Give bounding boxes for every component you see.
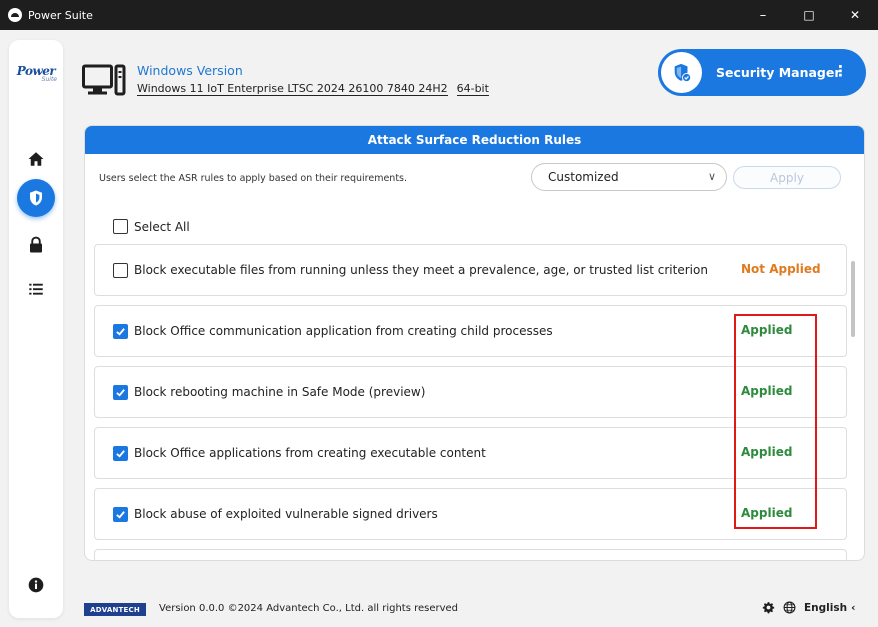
security-manager-label: Security Manager xyxy=(716,65,841,80)
rule-label: Block Office applications from creating … xyxy=(134,446,486,460)
panel-title: Attack Surface Reduction Rules xyxy=(85,126,864,154)
rule-checkbox[interactable] xyxy=(113,262,128,278)
title-bar: Power Suite – □ ✕ xyxy=(0,0,878,30)
check-icon xyxy=(116,388,125,397)
list-icon xyxy=(29,283,43,295)
rule-mode-value: Customized xyxy=(548,170,619,184)
advantech-logo: ADVANTECH xyxy=(84,603,146,616)
info-icon[interactable] xyxy=(28,577,44,593)
chevron-down-icon: ∨ xyxy=(707,170,716,183)
checkbox-icon xyxy=(113,219,128,234)
footer-controls: English ‹ xyxy=(762,601,855,614)
rule-checkbox[interactable] xyxy=(113,506,128,522)
os-architecture: 64-bit xyxy=(456,82,489,96)
sidebar-item-lock[interactable] xyxy=(17,226,55,264)
lock-icon xyxy=(30,236,42,253)
check-icon xyxy=(116,449,125,458)
highlight-annotation xyxy=(734,314,817,529)
app-logo-icon xyxy=(8,8,22,22)
windows-version-detail: Windows 11 IoT Enterprise LTSC 2024 2610… xyxy=(137,82,489,96)
sidebar-item-home[interactable] xyxy=(17,140,55,178)
minimize-button[interactable]: – xyxy=(740,0,786,30)
security-manager-button[interactable]: Security Manager ⋮ xyxy=(658,49,866,96)
select-all-label: Select All xyxy=(134,219,190,234)
globe-icon[interactable] xyxy=(783,601,796,614)
check-icon xyxy=(116,327,125,336)
close-button[interactable]: ✕ xyxy=(832,0,878,30)
check-icon xyxy=(116,510,125,519)
rule-row[interactable]: Block executable files from running unle… xyxy=(94,244,847,296)
apply-button[interactable]: Apply xyxy=(733,166,841,189)
window-controls: – □ ✕ xyxy=(740,0,878,30)
rule-checkbox[interactable] xyxy=(113,323,128,339)
rule-mode-dropdown[interactable]: Customized ∨ xyxy=(531,163,727,191)
sidebar-item-security[interactable] xyxy=(17,179,55,217)
brand-logo: Power Suite xyxy=(9,64,63,83)
sidebar-item-list[interactable] xyxy=(17,270,55,308)
os-name: Windows 11 IoT Enterprise LTSC 2024 2610… xyxy=(137,82,448,96)
gear-icon[interactable] xyxy=(762,601,775,614)
sidebar: Power Suite xyxy=(9,40,63,618)
security-shield-badge xyxy=(661,52,702,93)
home-icon xyxy=(28,152,44,166)
maximize-button[interactable]: □ xyxy=(786,0,832,30)
scrollbar-thumb[interactable] xyxy=(851,261,855,337)
windows-version-label: Windows Version xyxy=(137,63,243,78)
rule-checkbox[interactable] xyxy=(113,384,128,400)
monitor-icon xyxy=(82,64,126,96)
select-all-checkbox[interactable]: Select All xyxy=(113,219,190,234)
rule-label: Block rebooting machine in Safe Mode (pr… xyxy=(134,385,426,399)
language-selector[interactable]: English xyxy=(804,602,847,614)
chevron-left-icon[interactable]: ‹ xyxy=(851,602,855,614)
app-title: Power Suite xyxy=(28,8,93,22)
rule-label: Block executable files from running unle… xyxy=(134,263,708,277)
rule-row-partial xyxy=(94,549,847,560)
version-text: Version 0.0.0 ©2024 Advantech Co., Ltd. … xyxy=(159,603,459,614)
rule-label: Block abuse of exploited vulnerable sign… xyxy=(134,507,438,521)
panel-description: Users select the ASR rules to apply base… xyxy=(99,173,408,184)
shield-check-icon xyxy=(674,63,691,82)
rule-status: Not Applied xyxy=(741,262,821,276)
rule-checkbox[interactable] xyxy=(113,445,128,461)
shield-icon xyxy=(30,190,42,206)
rule-label: Block Office communication application f… xyxy=(134,324,553,338)
more-options-icon[interactable]: ⋮ xyxy=(833,62,848,80)
